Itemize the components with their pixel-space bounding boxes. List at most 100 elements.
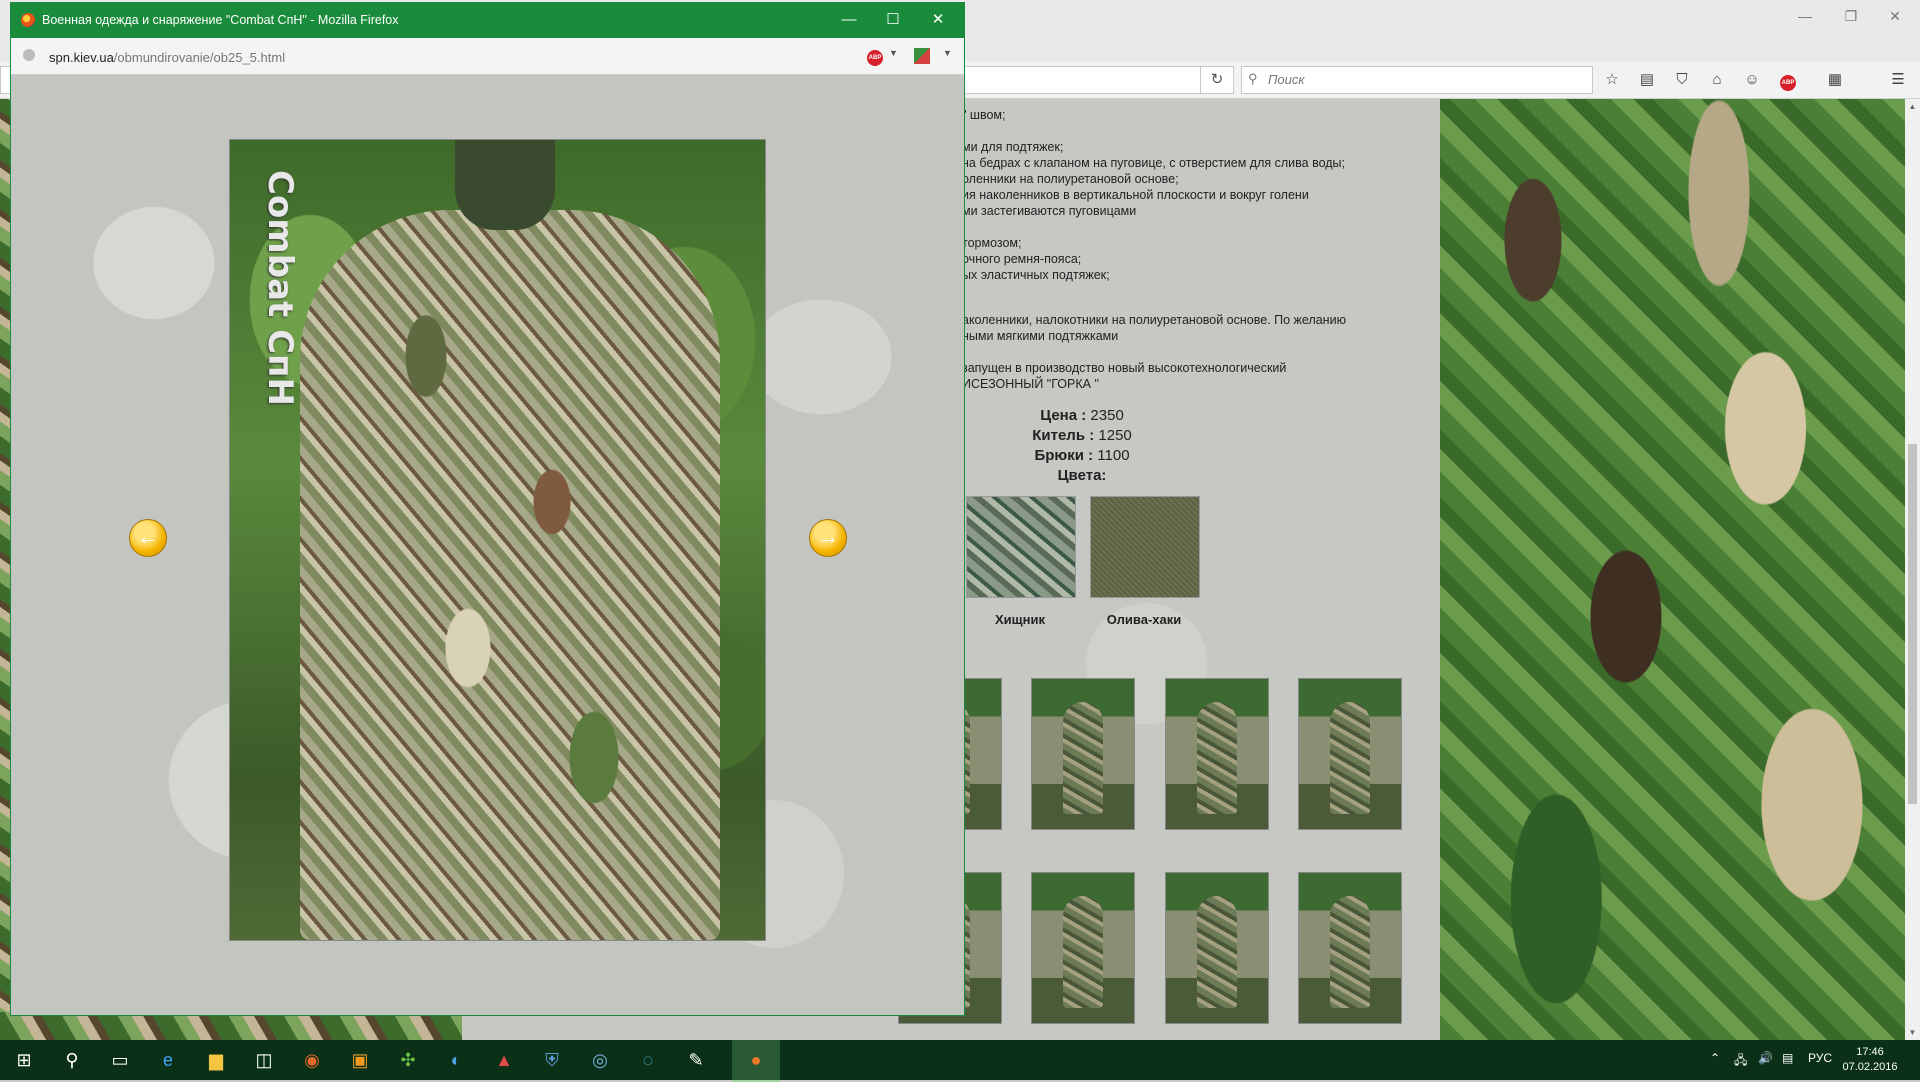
swatch-label-predator: Хищник <box>995 612 1045 627</box>
search-icon[interactable]: ⚲ <box>48 1040 96 1080</box>
gallery-thumbnail[interactable] <box>1031 678 1135 830</box>
app-icon[interactable]: ▣ <box>336 1040 384 1080</box>
gallery-thumbnail[interactable] <box>1031 872 1135 1024</box>
price-label: Цена : <box>1040 407 1087 424</box>
app-icon[interactable]: ✎ <box>672 1040 720 1080</box>
swatch-label-olive-khaki: Олива-хаки <box>1106 612 1182 627</box>
popup-url[interactable]: spn.kiev.ua/obmundirovanie/ob25_5.html <box>49 50 285 65</box>
description-line: ми для подтяжек; <box>962 140 1064 154</box>
jacket-label: Китель : <box>1032 427 1095 444</box>
description-line: ными мягкими подтяжками <box>962 329 1119 343</box>
reload-button[interactable]: ↻ <box>1200 66 1234 94</box>
scroll-up-icon[interactable]: ▲ <box>1905 99 1920 114</box>
adblock-icon[interactable]: ABP <box>867 48 883 66</box>
reload-icon: ↻ <box>1210 71 1224 88</box>
windows-start-icon[interactable]: ⊞ <box>0 1040 48 1080</box>
minimize-icon[interactable]: — <box>829 9 869 31</box>
scroll-thumb[interactable] <box>1908 444 1917 804</box>
jacket-figure <box>300 210 720 940</box>
app-icon[interactable]: ▲ <box>480 1040 528 1080</box>
search-placeholder: Поиск <box>1268 72 1305 87</box>
shield-icon[interactable]: ⛨ <box>528 1040 576 1080</box>
minimize-icon[interactable]: — <box>1790 6 1820 26</box>
close-icon[interactable]: ✕ <box>1880 6 1910 26</box>
popup-window: Военная одежда и снаряжение "Combat СпН"… <box>10 2 965 1016</box>
description-line: ия наколенников в вертикальной плоскости… <box>962 188 1309 202</box>
gallery-thumbnail[interactable] <box>1165 872 1269 1024</box>
url-path: /obmundirovanie/ob25_5.html <box>113 50 286 65</box>
pocket-icon[interactable]: ⛉ <box>1671 70 1693 90</box>
firefox-taskbar-icon[interactable]: ● <box>732 1040 780 1082</box>
restore-icon[interactable]: ❐ <box>1836 6 1866 26</box>
site-info-icon[interactable] <box>23 49 35 61</box>
app-icon[interactable]: ◉ <box>288 1040 336 1080</box>
description-line: ИСЕЗОННЫЙ "ГОРКА " <box>962 377 1099 391</box>
next-arrow-button[interactable]: → <box>809 519 847 557</box>
price-row: Цена : 2350 <box>962 407 1202 424</box>
jacket-price-row: Китель : 1250 <box>962 427 1202 444</box>
gallery-thumbnail[interactable] <box>1165 678 1269 830</box>
previous-arrow-button[interactable]: ← <box>129 519 167 557</box>
extension-icon[interactable]: ▦ <box>1824 70 1846 90</box>
gallery-thumbnail[interactable] <box>1298 678 1402 830</box>
app-icon[interactable]: ◐ <box>432 1040 480 1080</box>
firefox-icon <box>21 13 35 27</box>
pants-price-value: 1100 <box>1097 447 1130 464</box>
colors-label: Цвета: <box>1057 467 1107 484</box>
search-icon: ⚲ <box>1248 71 1258 86</box>
price-value: 2350 <box>1090 407 1124 424</box>
photo-watermark: Combat СпН <box>260 170 300 407</box>
description-line: очного ремня-пояса; <box>962 252 1082 266</box>
maximize-icon[interactable]: ☐ <box>873 9 913 31</box>
description-line: ых эластичных подтяжек; <box>962 268 1110 282</box>
language-indicator[interactable]: РУС <box>1808 1051 1832 1065</box>
reading-list-icon[interactable]: ▤ <box>1636 70 1658 90</box>
menu-icon[interactable]: ☰ <box>1887 70 1909 90</box>
swatch-predator[interactable] <box>966 496 1076 598</box>
store-icon[interactable]: ◫ <box>240 1040 288 1080</box>
adblock-icon[interactable]: ABP <box>1777 70 1799 91</box>
chevron-up-icon[interactable]: ⌃ <box>1710 1051 1720 1065</box>
popup-url-bar[interactable]: spn.kiev.ua/obmundirovanie/ob25_5.html A… <box>11 38 964 75</box>
search-input[interactable]: ⚲ Поиск <box>1241 66 1593 94</box>
clock-time: 17:46 <box>1856 1046 1884 1058</box>
app-icon[interactable]: ✣ <box>384 1040 432 1080</box>
popup-title: Военная одежда и снаряжение "Combat СпН"… <box>42 13 399 27</box>
camo-right-panel <box>1440 99 1905 1040</box>
description-line: оленники на полиуретановой основе; <box>962 172 1179 186</box>
clock-date: 07.02.2016 <box>1842 1061 1898 1073</box>
balaclava-figure <box>455 140 555 230</box>
app-icon[interactable]: ◎ <box>576 1040 624 1080</box>
notification-icon[interactable]: ▤ <box>1782 1051 1793 1065</box>
pants-price-row: Брюки : 1100 <box>962 447 1202 464</box>
edge-icon[interactable]: e <box>144 1040 192 1080</box>
chevron-down-icon[interactable]: ▼ <box>943 48 952 58</box>
chat-icon[interactable]: ☺ <box>1741 70 1763 90</box>
network-icon[interactable]: 🖧 <box>1734 1051 1747 1072</box>
description-line: запущен в производство новый высокотехно… <box>962 361 1287 375</box>
scroll-down-icon[interactable]: ▼ <box>1905 1025 1920 1040</box>
close-icon[interactable]: ✕ <box>918 9 958 31</box>
taskbar: ⊞ ⚲ ▭ e ▆ ◫ ◉ ▣ ✣ ◐ ▲ ⛨ ◎ ◌ ✎ ● ⌃ 🖧 🔊 ▤ … <box>0 1040 1920 1082</box>
chevron-down-icon[interactable]: ▼ <box>889 48 898 58</box>
clock[interactable]: 17:46 07.02.2016 <box>1842 1045 1898 1075</box>
volume-icon[interactable]: 🔊 <box>1758 1051 1773 1065</box>
description-line: ми застегиваются пуговицами <box>962 204 1137 218</box>
extension-icon[interactable] <box>914 48 930 64</box>
home-icon[interactable]: ⌂ <box>1706 70 1728 90</box>
description-line: аколенники, налокотники на полиуретаново… <box>962 313 1346 327</box>
app-icon[interactable]: ◌ <box>624 1040 672 1080</box>
gallery-thumbnail[interactable] <box>1298 872 1402 1024</box>
pants-label: Брюки : <box>1034 447 1094 464</box>
description-line: тормозом; <box>962 236 1022 250</box>
swatch-olive-khaki[interactable] <box>1090 496 1200 598</box>
description-line: на бедрах с клапаном на пуговице, с отве… <box>962 156 1346 170</box>
popup-titlebar: Военная одежда и снаряжение "Combat СпН"… <box>11 3 964 38</box>
colors-heading: Цвета: <box>962 467 1202 484</box>
page-scrollbar[interactable]: ▲ ▼ <box>1905 99 1920 1040</box>
product-photo: Combat СпН <box>229 139 766 941</box>
jacket-price-value: 1250 <box>1098 427 1132 444</box>
task-view-icon[interactable]: ▭ <box>96 1040 144 1080</box>
file-explorer-icon[interactable]: ▆ <box>192 1040 240 1080</box>
bookmark-star-icon[interactable]: ☆ <box>1601 70 1623 90</box>
